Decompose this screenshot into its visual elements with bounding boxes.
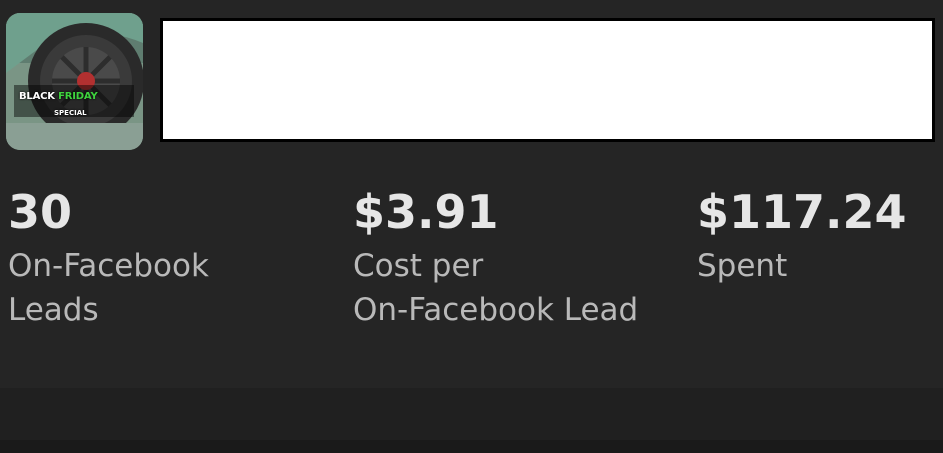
metric-value: 30 bbox=[8, 185, 73, 239]
metric-label-line: Spent bbox=[697, 248, 788, 284]
promo-word-black: BLACK bbox=[19, 91, 55, 102]
ad-thumbnail[interactable]: BLACK FRIDAY SPECIAL bbox=[6, 13, 143, 150]
ad-result-card[interactable]: BLACK FRIDAY SPECIAL 30 On-Facebook Lead… bbox=[0, 0, 943, 388]
metric-value: $3.91 bbox=[353, 185, 499, 239]
metric-label-line: On-Facebook Lead bbox=[353, 292, 639, 328]
promo-word-friday: FRIDAY bbox=[58, 91, 98, 102]
metric-leads: 30 On-Facebook Leads bbox=[8, 184, 209, 332]
section-divider bbox=[0, 388, 943, 440]
metric-label-line: On-Facebook bbox=[8, 248, 209, 284]
metric-cost-per-lead: $3.91 Cost per On-Facebook Lead bbox=[353, 184, 638, 332]
metric-label: Spent bbox=[697, 244, 907, 288]
metric-label: Cost per On-Facebook Lead bbox=[353, 244, 638, 332]
promo-text: BLACK FRIDAY bbox=[19, 91, 98, 102]
promo-subtext: SPECIAL bbox=[54, 109, 87, 117]
section-bottom-edge bbox=[0, 440, 943, 453]
metric-label: On-Facebook Leads bbox=[8, 244, 209, 332]
redacted-ad-title bbox=[160, 18, 935, 142]
metric-value: $117.24 bbox=[697, 185, 907, 239]
car-wheel-image bbox=[6, 13, 143, 150]
metric-label-line: Cost per bbox=[353, 248, 484, 284]
metric-spent: $117.24 Spent bbox=[697, 184, 907, 288]
metric-label-line: Leads bbox=[8, 292, 99, 328]
